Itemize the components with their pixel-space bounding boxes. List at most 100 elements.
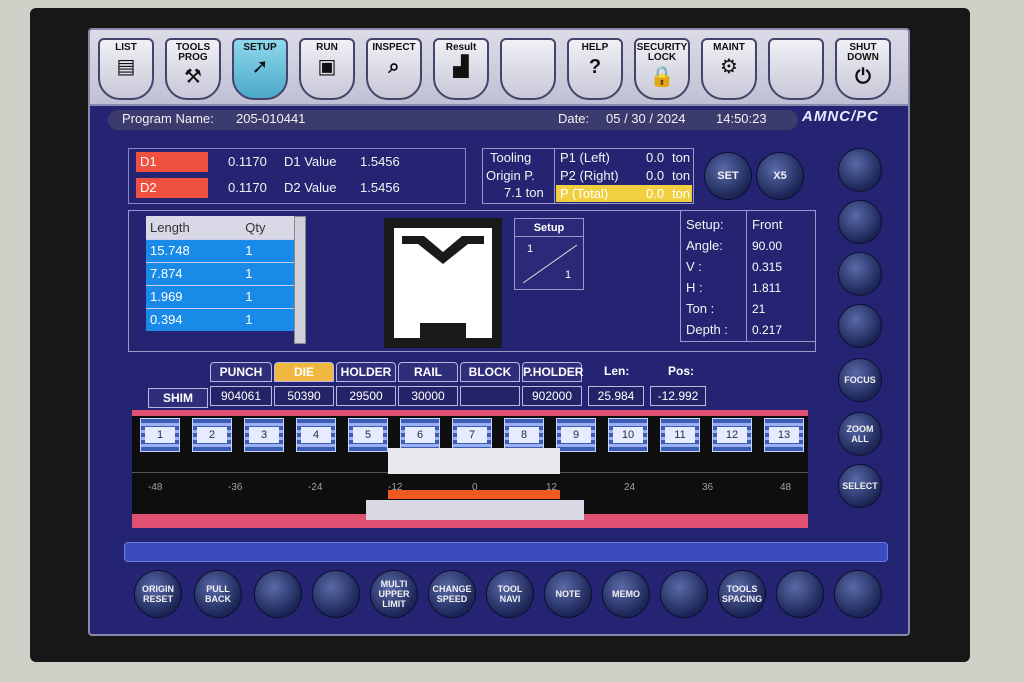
- len-label: Len:: [604, 364, 630, 378]
- tab-die[interactable]: DIE: [274, 362, 334, 382]
- ptotal-value: 0.0: [646, 186, 665, 201]
- toolbar-button-9[interactable]: SECURITY LOCK 🔒: [634, 38, 690, 100]
- table-scrollbar[interactable]: [294, 216, 306, 344]
- segment-11[interactable]: 11: [660, 418, 700, 452]
- length-cell[interactable]: 1.969: [146, 284, 242, 308]
- bottom-button-12[interactable]: [776, 570, 824, 618]
- segment-7[interactable]: 7: [452, 418, 492, 452]
- toolbar-button-3[interactable]: SETUP ➚: [232, 38, 288, 100]
- list-icon: ▤: [116, 56, 136, 78]
- toolbar-button-10[interactable]: MAINT ⚙: [701, 38, 757, 100]
- h-label: H :: [686, 280, 703, 295]
- toolbar-button-4[interactable]: RUN ▣: [299, 38, 355, 100]
- table-row[interactable]: 7.874 1: [146, 261, 294, 285]
- shim-button[interactable]: SHIM: [148, 388, 208, 408]
- tools-prog-icon: ⚒: [184, 66, 202, 88]
- toolbar-button-7[interactable]: [500, 38, 556, 100]
- length-cell[interactable]: 0.394: [146, 307, 242, 331]
- side-button-2[interactable]: [838, 200, 882, 244]
- shutdown-icon: ⏻: [855, 66, 871, 88]
- segment-9[interactable]: 9: [556, 418, 596, 452]
- program-name: 205-010441: [236, 111, 306, 126]
- punch-value[interactable]: 904061: [210, 386, 272, 406]
- rail-value[interactable]: 30000: [398, 386, 458, 406]
- segment-1[interactable]: 1: [140, 418, 180, 452]
- d2-value: 0.1170: [228, 180, 267, 195]
- note-button[interactable]: NOTE: [544, 570, 592, 618]
- side-button-3[interactable]: [838, 252, 882, 296]
- date-value: 05 / 30 / 2024: [606, 111, 686, 126]
- toolbar-button-6[interactable]: Result ▟: [433, 38, 489, 100]
- segment-4[interactable]: 4: [296, 418, 336, 452]
- segment-6[interactable]: 6: [400, 418, 440, 452]
- length-table[interactable]: Length Qty 15.748 1 7.874 1 1.969 1 0.394 1: [146, 216, 294, 331]
- bottom-button-4[interactable]: [312, 570, 360, 618]
- tools-spacing-button[interactable]: TOOLS SPACING: [718, 570, 766, 618]
- run-icon: ▣: [317, 56, 337, 78]
- ruler-tick: -36: [228, 482, 243, 493]
- toolbar-button-label: TOOLS PROG: [175, 42, 211, 63]
- bottom-button-10[interactable]: [660, 570, 708, 618]
- qty-cell[interactable]: 1: [241, 261, 294, 285]
- tab-rail[interactable]: RAIL: [398, 362, 458, 382]
- segment-8[interactable]: 8: [504, 418, 544, 452]
- tool-navi-button[interactable]: TOOL NAVI: [486, 570, 534, 618]
- toolbar-button-8[interactable]: HELP?: [567, 38, 623, 100]
- origin-reset-button[interactable]: ORIGIN RESET: [134, 570, 182, 618]
- bottom-button-3[interactable]: [254, 570, 302, 618]
- toolbar-button-1[interactable]: LIST ▤: [98, 38, 154, 100]
- tab-punch[interactable]: PUNCH: [210, 362, 272, 382]
- table-row[interactable]: 1.969 1: [146, 284, 294, 308]
- segment-label: 11: [665, 427, 695, 443]
- die-value[interactable]: 50390: [274, 386, 334, 406]
- x5-button[interactable]: X5: [756, 152, 804, 200]
- pholder-value[interactable]: 902000: [522, 386, 582, 406]
- set-button[interactable]: SET: [704, 152, 752, 200]
- table-row[interactable]: 0.394 1: [146, 307, 294, 331]
- segment-12[interactable]: 12: [712, 418, 752, 452]
- toolbar-button-11[interactable]: [768, 38, 824, 100]
- segment-10[interactable]: 10: [608, 418, 648, 452]
- p2-unit: ton: [672, 168, 691, 183]
- tab-pholder[interactable]: P.HOLDER: [522, 362, 583, 382]
- memo-button[interactable]: MEMO: [602, 570, 650, 618]
- side-button-1[interactable]: [838, 148, 882, 192]
- tooling-label: Tooling: [490, 150, 532, 165]
- segment-3[interactable]: 3: [244, 418, 284, 452]
- len-value[interactable]: 25.984: [588, 386, 644, 406]
- segment-2[interactable]: 2: [192, 418, 232, 452]
- change-speed-button[interactable]: CHANGE SPEED: [428, 570, 476, 618]
- toolbar-button-2[interactable]: TOOLS PROG ⚒: [165, 38, 221, 100]
- ruler-tick: -48: [148, 482, 163, 493]
- side-button-4[interactable]: [838, 304, 882, 348]
- zoom-all-button[interactable]: ZOOM ALL: [838, 412, 882, 456]
- block-value[interactable]: [460, 386, 520, 406]
- toolbar-button-label: INSPECT: [372, 42, 416, 53]
- bottom-button-13[interactable]: [834, 570, 882, 618]
- upper-rail: [132, 410, 808, 416]
- focus-button[interactable]: FOCUS: [838, 358, 882, 402]
- holder-value[interactable]: 29500: [336, 386, 396, 406]
- pull-back-button[interactable]: PULL BACK: [194, 570, 242, 618]
- table-row[interactable]: 15.748 1: [146, 238, 294, 262]
- d2-value-val: 1.5456: [360, 180, 400, 195]
- ruler-tick: -12: [388, 482, 403, 493]
- qty-cell[interactable]: 1: [241, 284, 294, 308]
- pos-value[interactable]: -12.992: [650, 386, 706, 406]
- toolbar-button-12[interactable]: SHUT DOWN ⏻: [835, 38, 891, 100]
- hmi-screen: LIST ▤ TOOLS PROG ⚒ SETUP ➚ RUN ▣ INSPECT ⌕ Result…: [88, 28, 910, 636]
- segment-5[interactable]: 5: [348, 418, 388, 452]
- tab-holder[interactable]: HOLDER: [336, 362, 396, 382]
- ruler-tick: 36: [702, 482, 714, 493]
- ruler-tick: 0: [472, 482, 478, 493]
- select-button[interactable]: SELECT: [838, 464, 882, 508]
- qty-cell[interactable]: 1: [241, 238, 294, 262]
- toolbar-button-5[interactable]: INSPECT ⌕: [366, 38, 422, 100]
- length-cell[interactable]: 15.748: [146, 238, 242, 262]
- qty-cell[interactable]: 1: [241, 307, 294, 331]
- segment-label: 4: [301, 427, 331, 443]
- tab-block[interactable]: BLOCK: [460, 362, 520, 382]
- length-cell[interactable]: 7.874: [146, 261, 242, 285]
- segment-13[interactable]: 13: [764, 418, 804, 452]
- multi-upper-limit-button[interactable]: MULTI UPPER LIMIT: [370, 570, 418, 618]
